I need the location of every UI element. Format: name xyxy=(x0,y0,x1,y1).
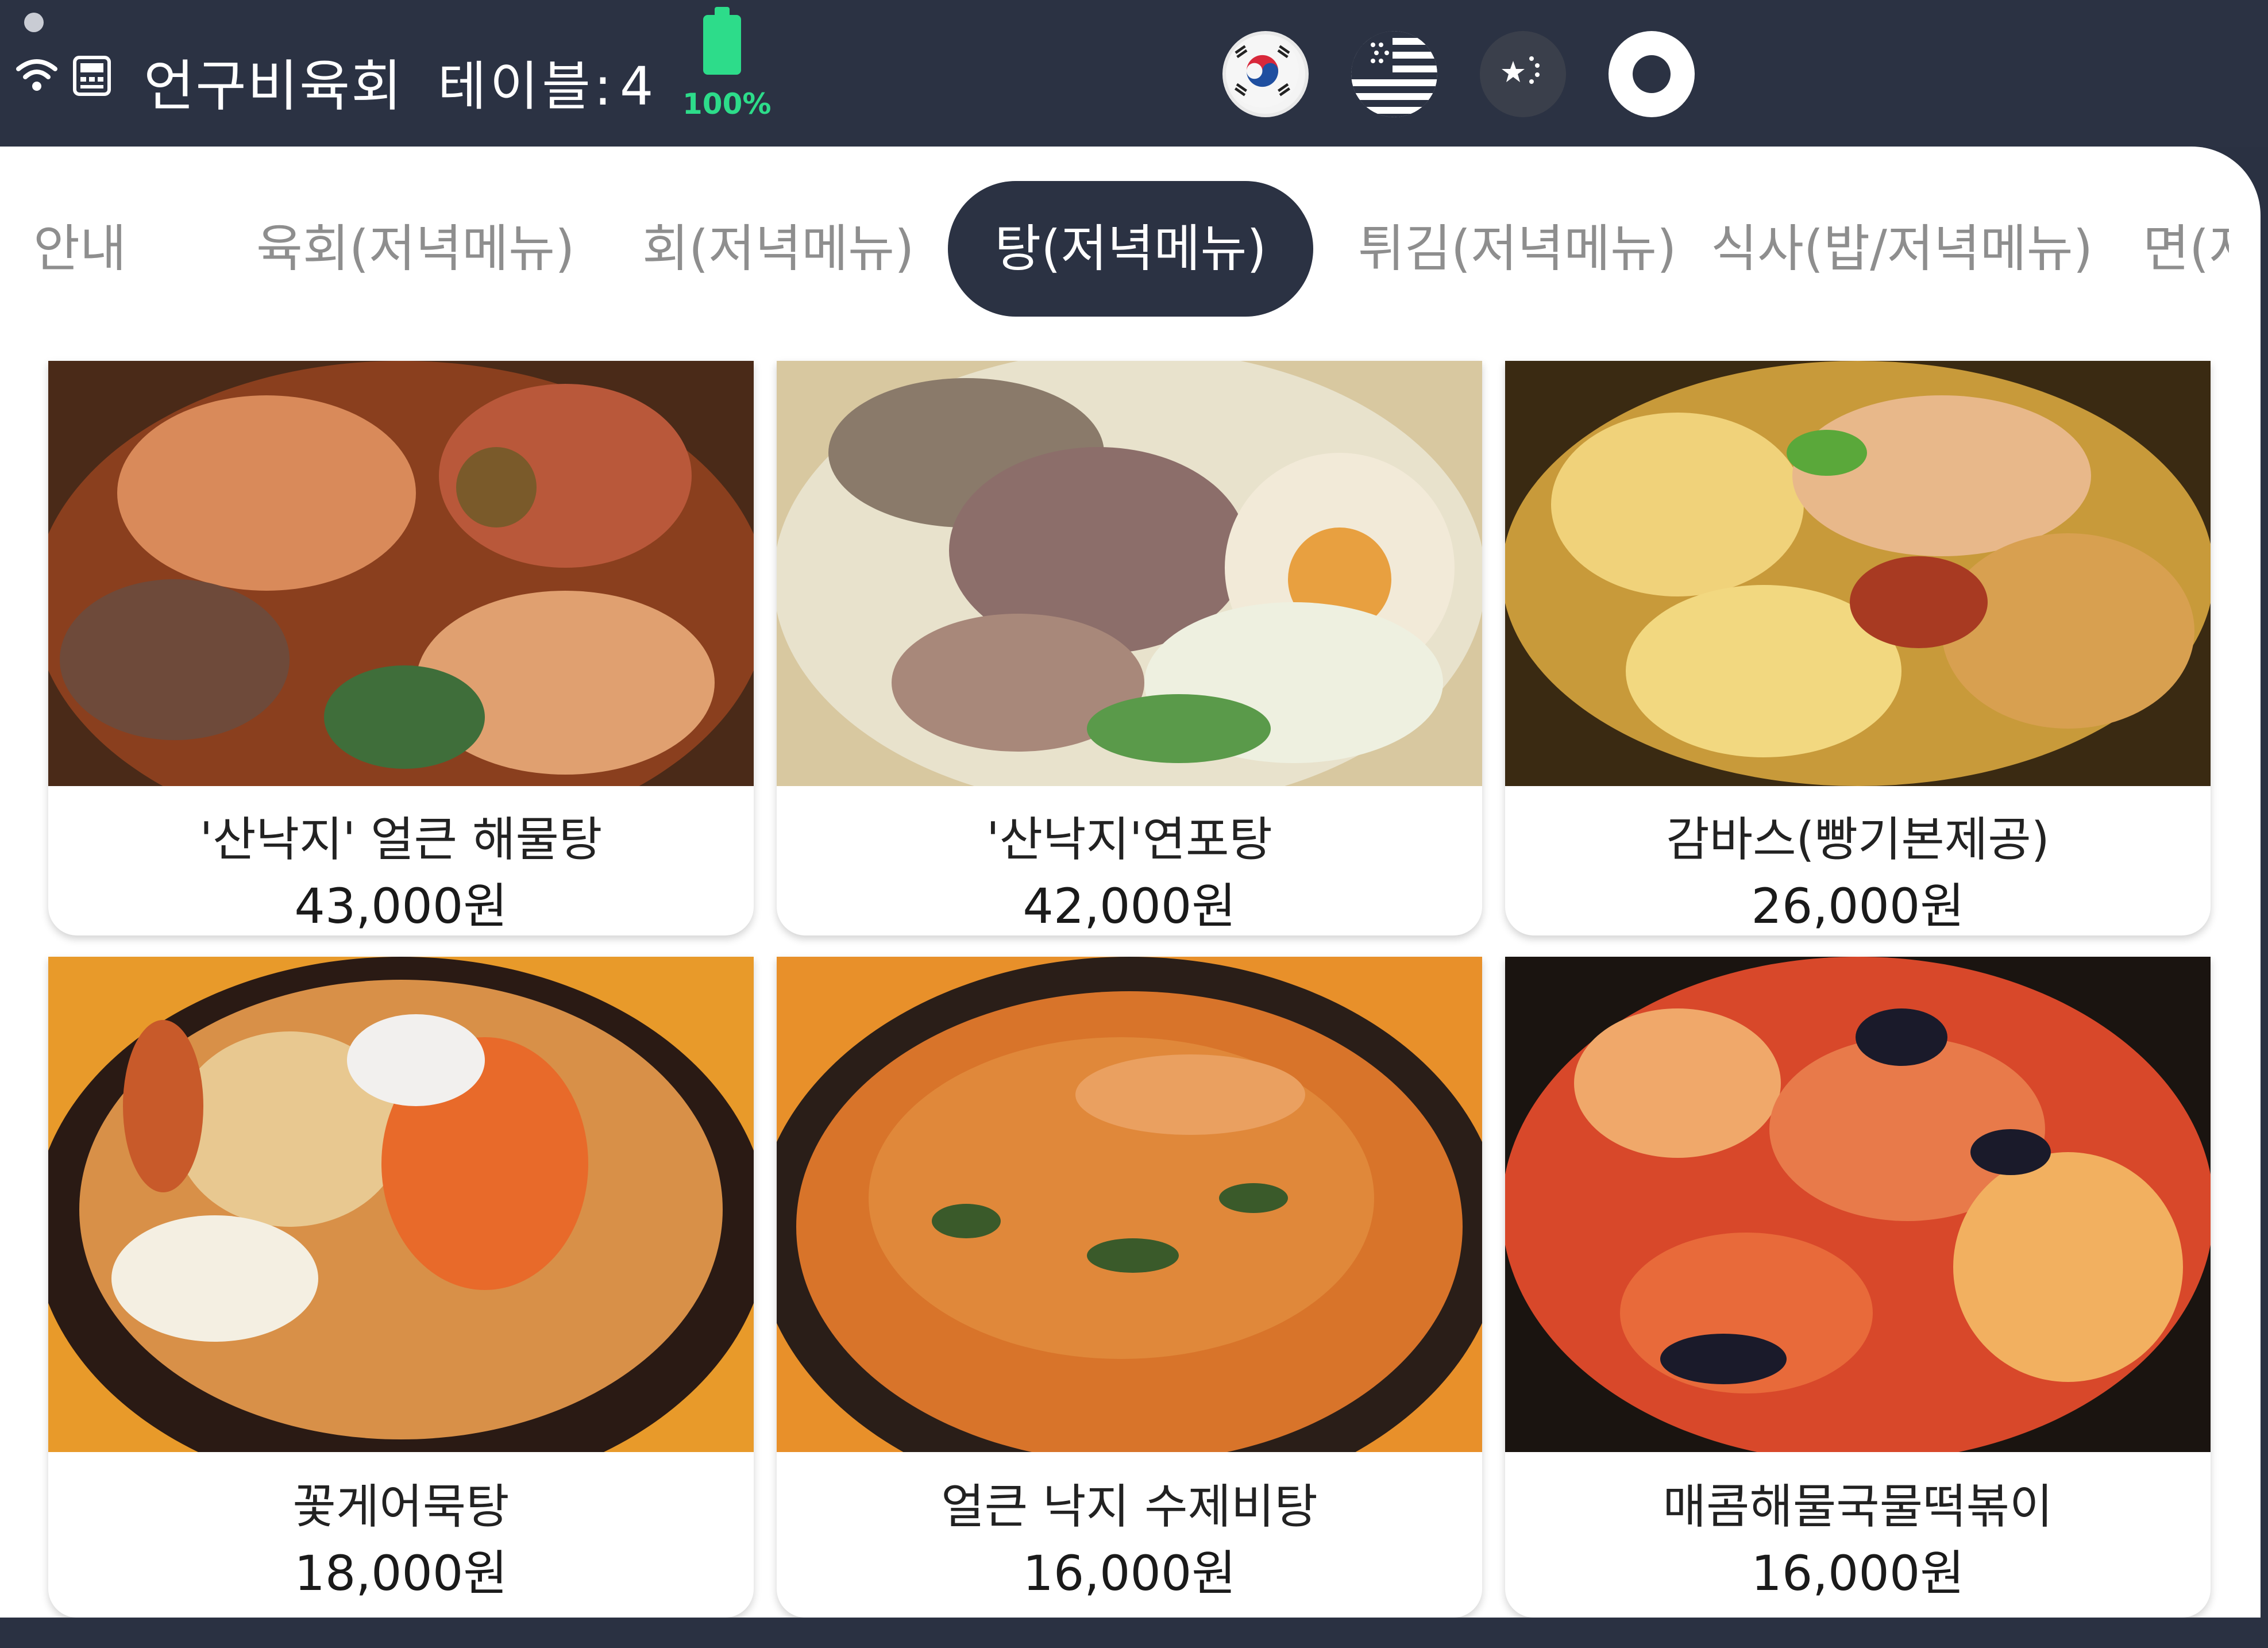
dish-price: 42,000원 xyxy=(1023,878,1236,934)
dish-photo xyxy=(48,361,754,786)
menu-card[interactable]: 매콤해물국물떡볶이 16,000원 xyxy=(1505,957,2211,1618)
dish-photo xyxy=(777,361,1482,786)
menu-panel: 안내 육회(저녁메뉴) 회(저녁메뉴) 탕(저녁메뉴) 튀김(저녁메뉴) 식사(… xyxy=(0,147,2261,1618)
status-header: 언구비육회 테이블:4 100% xyxy=(0,0,2268,147)
camera-dot xyxy=(24,13,44,32)
dish-photo xyxy=(777,957,1482,1452)
china-flag-icon[interactable] xyxy=(1480,31,1566,117)
table-indicator: 테이블:4 xyxy=(438,44,657,120)
wifi-icon xyxy=(16,59,57,91)
dish-photo xyxy=(1505,957,2211,1452)
dish-name: 얼큰 낙지 수제비탕 xyxy=(941,1480,1318,1534)
menu-card[interactable]: '산낙지'연포탕 42,000원 xyxy=(777,361,1482,935)
category-tabs[interactable]: 안내 육회(저녁메뉴) 회(저녁메뉴) 탕(저녁메뉴) 튀김(저녁메뉴) 식사(… xyxy=(0,147,2229,325)
pos-terminal-icon xyxy=(73,56,111,96)
dish-name: 꽃게어묵탕 xyxy=(292,1480,510,1534)
dish-photo xyxy=(48,957,754,1452)
battery-percent: 100% xyxy=(682,87,772,121)
korean-flag-icon[interactable] xyxy=(1222,31,1309,117)
dish-price: 16,000원 xyxy=(1023,1545,1236,1601)
menu-card[interactable]: 감바스(빵기본제공) 26,000원 xyxy=(1505,361,2211,935)
dish-name: 매콤해물국물떡볶이 xyxy=(1663,1480,2053,1534)
dish-price: 26,000원 xyxy=(1751,878,1965,934)
tab-hoe[interactable]: 회(저녁메뉴) xyxy=(642,181,914,317)
dish-name: '산낙지'연포탕 xyxy=(986,813,1272,867)
tab-yukhoe[interactable]: 육회(저녁메뉴) xyxy=(256,181,574,317)
bottom-bar xyxy=(0,1618,2268,1648)
tab-noodle[interactable]: 면(저 xyxy=(2143,181,2229,317)
dish-price: 16,000원 xyxy=(1751,1545,1965,1601)
dish-name: 감바스(빵기본제공) xyxy=(1666,813,2050,867)
menu-card[interactable]: '산낙지' 얼큰 해물탕 43,000원 xyxy=(48,361,754,935)
record-button-icon[interactable] xyxy=(1609,31,1695,117)
menu-card[interactable]: 얼큰 낙지 수제비탕 16,000원 xyxy=(777,957,1482,1618)
tab-guide[interactable]: 안내 xyxy=(33,181,126,317)
dish-price: 18,000원 xyxy=(294,1545,508,1601)
table-label: 테이블: xyxy=(438,56,615,117)
tab-meal[interactable]: 식사(밥/저녁메뉴) xyxy=(1711,181,2093,317)
dish-name: '산낙지' 얼큰 해물탕 xyxy=(199,813,603,867)
tab-fried[interactable]: 튀김(저녁메뉴) xyxy=(1358,181,1676,317)
table-number: 4 xyxy=(619,56,657,117)
dish-price: 43,000원 xyxy=(294,878,508,934)
tab-tang[interactable]: 탕(저녁메뉴) xyxy=(948,181,1313,317)
menu-card[interactable]: 꽃게어묵탕 18,000원 xyxy=(48,957,754,1618)
dish-photo xyxy=(1505,361,2211,786)
store-name: 언구비육회 xyxy=(144,54,403,118)
battery-icon xyxy=(703,7,741,75)
us-flag-icon[interactable] xyxy=(1351,31,1437,117)
